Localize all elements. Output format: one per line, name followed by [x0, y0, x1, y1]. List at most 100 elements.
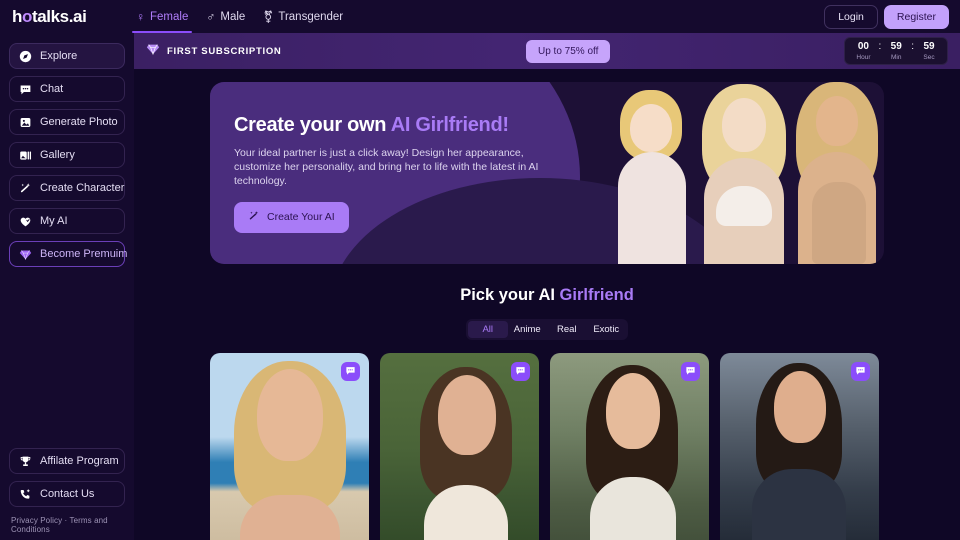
sidebar-item-affiliate-program-label: Affilate Program [40, 455, 119, 467]
sidebar-item-contact-us-label: Contact Us [40, 488, 95, 500]
hero-title-accent: AI Girlfriend! [390, 113, 509, 136]
picker-title-accent: Girlfriend [559, 286, 634, 304]
timer-seconds: 59 Sec [919, 41, 939, 62]
sidebar-item-gallery[interactable]: Gallery [9, 142, 125, 168]
sidebar-item-become-premium[interactable]: Become Premuim [9, 241, 128, 267]
create-your-ai-label: Create Your AI [267, 211, 335, 223]
picker-title-plain: Pick your AI [460, 286, 560, 304]
tab-all[interactable]: All [468, 321, 508, 338]
chat-badge-button[interactable] [341, 362, 360, 381]
tab-anime[interactable]: Anime [508, 321, 548, 338]
chat-badge-button[interactable] [851, 362, 870, 381]
sidebar-item-my-ai[interactable]: My AI [9, 208, 125, 234]
sidebar-item-contact-us[interactable]: Contact Us [9, 481, 125, 507]
male-icon: ♂ [206, 9, 216, 24]
promo-left: FIRST SUBSCRIPTION [146, 42, 281, 61]
nav-tab-transgender-label: Transgender [278, 10, 344, 23]
chat-badge-button[interactable] [681, 362, 700, 381]
trophy-icon [19, 455, 32, 468]
hero-content: Create your own AI Girlfriend! Your idea… [210, 114, 540, 233]
hero-character-artwork [594, 82, 884, 264]
promo-banner: FIRST SUBSCRIPTION Up to 75% off 00 Hour… [134, 33, 960, 69]
nav-tab-male[interactable]: ♂ Male [206, 0, 245, 33]
heart-icon [19, 215, 32, 228]
nav-tab-male-label: Male [220, 10, 246, 23]
timer-separator-1: : [878, 41, 882, 52]
magic-wand-icon [248, 210, 260, 225]
sidebar-bottom-list: Affilate Program Contact Us Privacy Poli… [0, 448, 134, 540]
timer-minutes: 59 Min [886, 41, 906, 62]
promo-label: FIRST SUBSCRIPTION [167, 45, 282, 57]
nav-tab-transgender[interactable]: ⚧ Transgender [263, 0, 343, 33]
chat-bubble-icon [855, 363, 866, 381]
timer-seconds-value: 59 [923, 41, 935, 52]
transgender-icon: ⚧ [263, 9, 274, 24]
diamond-icon [146, 42, 160, 61]
character-card-police-officer[interactable] [720, 353, 879, 540]
phone-icon [19, 488, 32, 501]
top-navigation-bar: hotalks.ai ♀ Female ♂ Male ⚧ Transgender… [0, 0, 960, 33]
sidebar-item-my-ai-label: My AI [40, 215, 68, 227]
diamond-icon [19, 248, 32, 261]
hero-title-plain: Create your own [234, 113, 391, 136]
promo-offer-button[interactable]: Up to 75% off [526, 39, 611, 63]
chat-bubble-icon [345, 363, 356, 381]
hero-subtitle: Your ideal partner is just a click away!… [234, 146, 539, 187]
image-icon [19, 116, 32, 129]
logo-part-1: h [12, 6, 22, 26]
countdown-timer: 00 Hour : 59 Min : 59 Sec [844, 37, 948, 65]
hero-figure-blonde [686, 82, 802, 264]
tab-exotic[interactable]: Exotic [587, 321, 627, 338]
body-split: Explore Chat Generate Photo Gallery Crea… [0, 33, 960, 540]
gallery-icon [19, 149, 32, 162]
sidebar-main-list: Explore Chat Generate Photo Gallery Crea… [0, 39, 134, 267]
sidebar-item-explore[interactable]: Explore [9, 43, 125, 69]
character-card-garden-brunette[interactable] [380, 353, 539, 540]
hero-figure-tanned [786, 82, 884, 264]
register-button[interactable]: Register [883, 4, 949, 29]
app-root: hotalks.ai ♀ Female ♂ Male ⚧ Transgender… [0, 0, 960, 540]
sidebar-item-chat[interactable]: Chat [9, 76, 125, 102]
content-scroll-area[interactable]: Create your own AI Girlfriend! Your idea… [134, 69, 960, 540]
chat-bubble-icon [19, 83, 32, 96]
timer-separator-2: : [911, 41, 914, 52]
nav-tab-female[interactable]: ♀ Female [131, 0, 193, 33]
create-your-ai-button[interactable]: Create Your AI [234, 201, 349, 233]
compass-icon [19, 50, 32, 63]
sidebar: Explore Chat Generate Photo Gallery Crea… [0, 33, 134, 540]
timer-minutes-value: 59 [890, 41, 902, 52]
sidebar-item-explore-label: Explore [40, 50, 78, 62]
logo-zone: hotalks.ai [0, 0, 134, 33]
timer-minutes-label: Min [890, 54, 902, 61]
timer-hours: 00 Hour [853, 41, 873, 62]
chat-bubble-icon [515, 363, 526, 381]
sidebar-item-create-character[interactable]: Create Character [9, 175, 125, 201]
sidebar-item-chat-label: Chat [40, 83, 64, 95]
chat-bubble-icon [685, 363, 696, 381]
timer-hours-label: Hour [856, 54, 871, 61]
sidebar-item-generate-photo[interactable]: Generate Photo [9, 109, 125, 135]
login-button[interactable]: Login [824, 4, 878, 29]
main-content: FIRST SUBSCRIPTION Up to 75% off 00 Hour… [134, 33, 960, 540]
sidebar-item-create-character-label: Create Character [40, 182, 125, 194]
timer-seconds-label: Sec [923, 54, 935, 61]
character-card-beach-blonde[interactable] [210, 353, 369, 540]
logo-part-2: talks [31, 6, 69, 26]
brand-logo[interactable]: hotalks.ai [12, 6, 87, 27]
sidebar-item-generate-photo-label: Generate Photo [40, 116, 118, 128]
sidebar-footer-links: Privacy Policy · Terms and Conditions [9, 514, 125, 534]
sidebar-item-gallery-label: Gallery [40, 149, 75, 161]
female-icon: ♀ [136, 9, 145, 24]
magic-wand-icon [19, 182, 32, 195]
character-card-classroom-student[interactable] [550, 353, 709, 540]
sidebar-item-become-premium-label: Become Premuim [40, 248, 128, 260]
chat-badge-button[interactable] [511, 362, 530, 381]
privacy-policy-link[interactable]: Privacy Policy [11, 516, 62, 525]
nav-tab-female-label: Female [150, 10, 189, 23]
logo-suffix: .ai [68, 6, 87, 26]
tab-real[interactable]: Real [547, 321, 587, 338]
footer-separator: · [64, 516, 68, 525]
sidebar-item-affiliate-program[interactable]: Affilate Program [9, 448, 125, 474]
category-filter-tabs: All Anime Real Exotic [466, 319, 628, 340]
gender-nav-tabs: ♀ Female ♂ Male ⚧ Transgender [131, 0, 343, 33]
